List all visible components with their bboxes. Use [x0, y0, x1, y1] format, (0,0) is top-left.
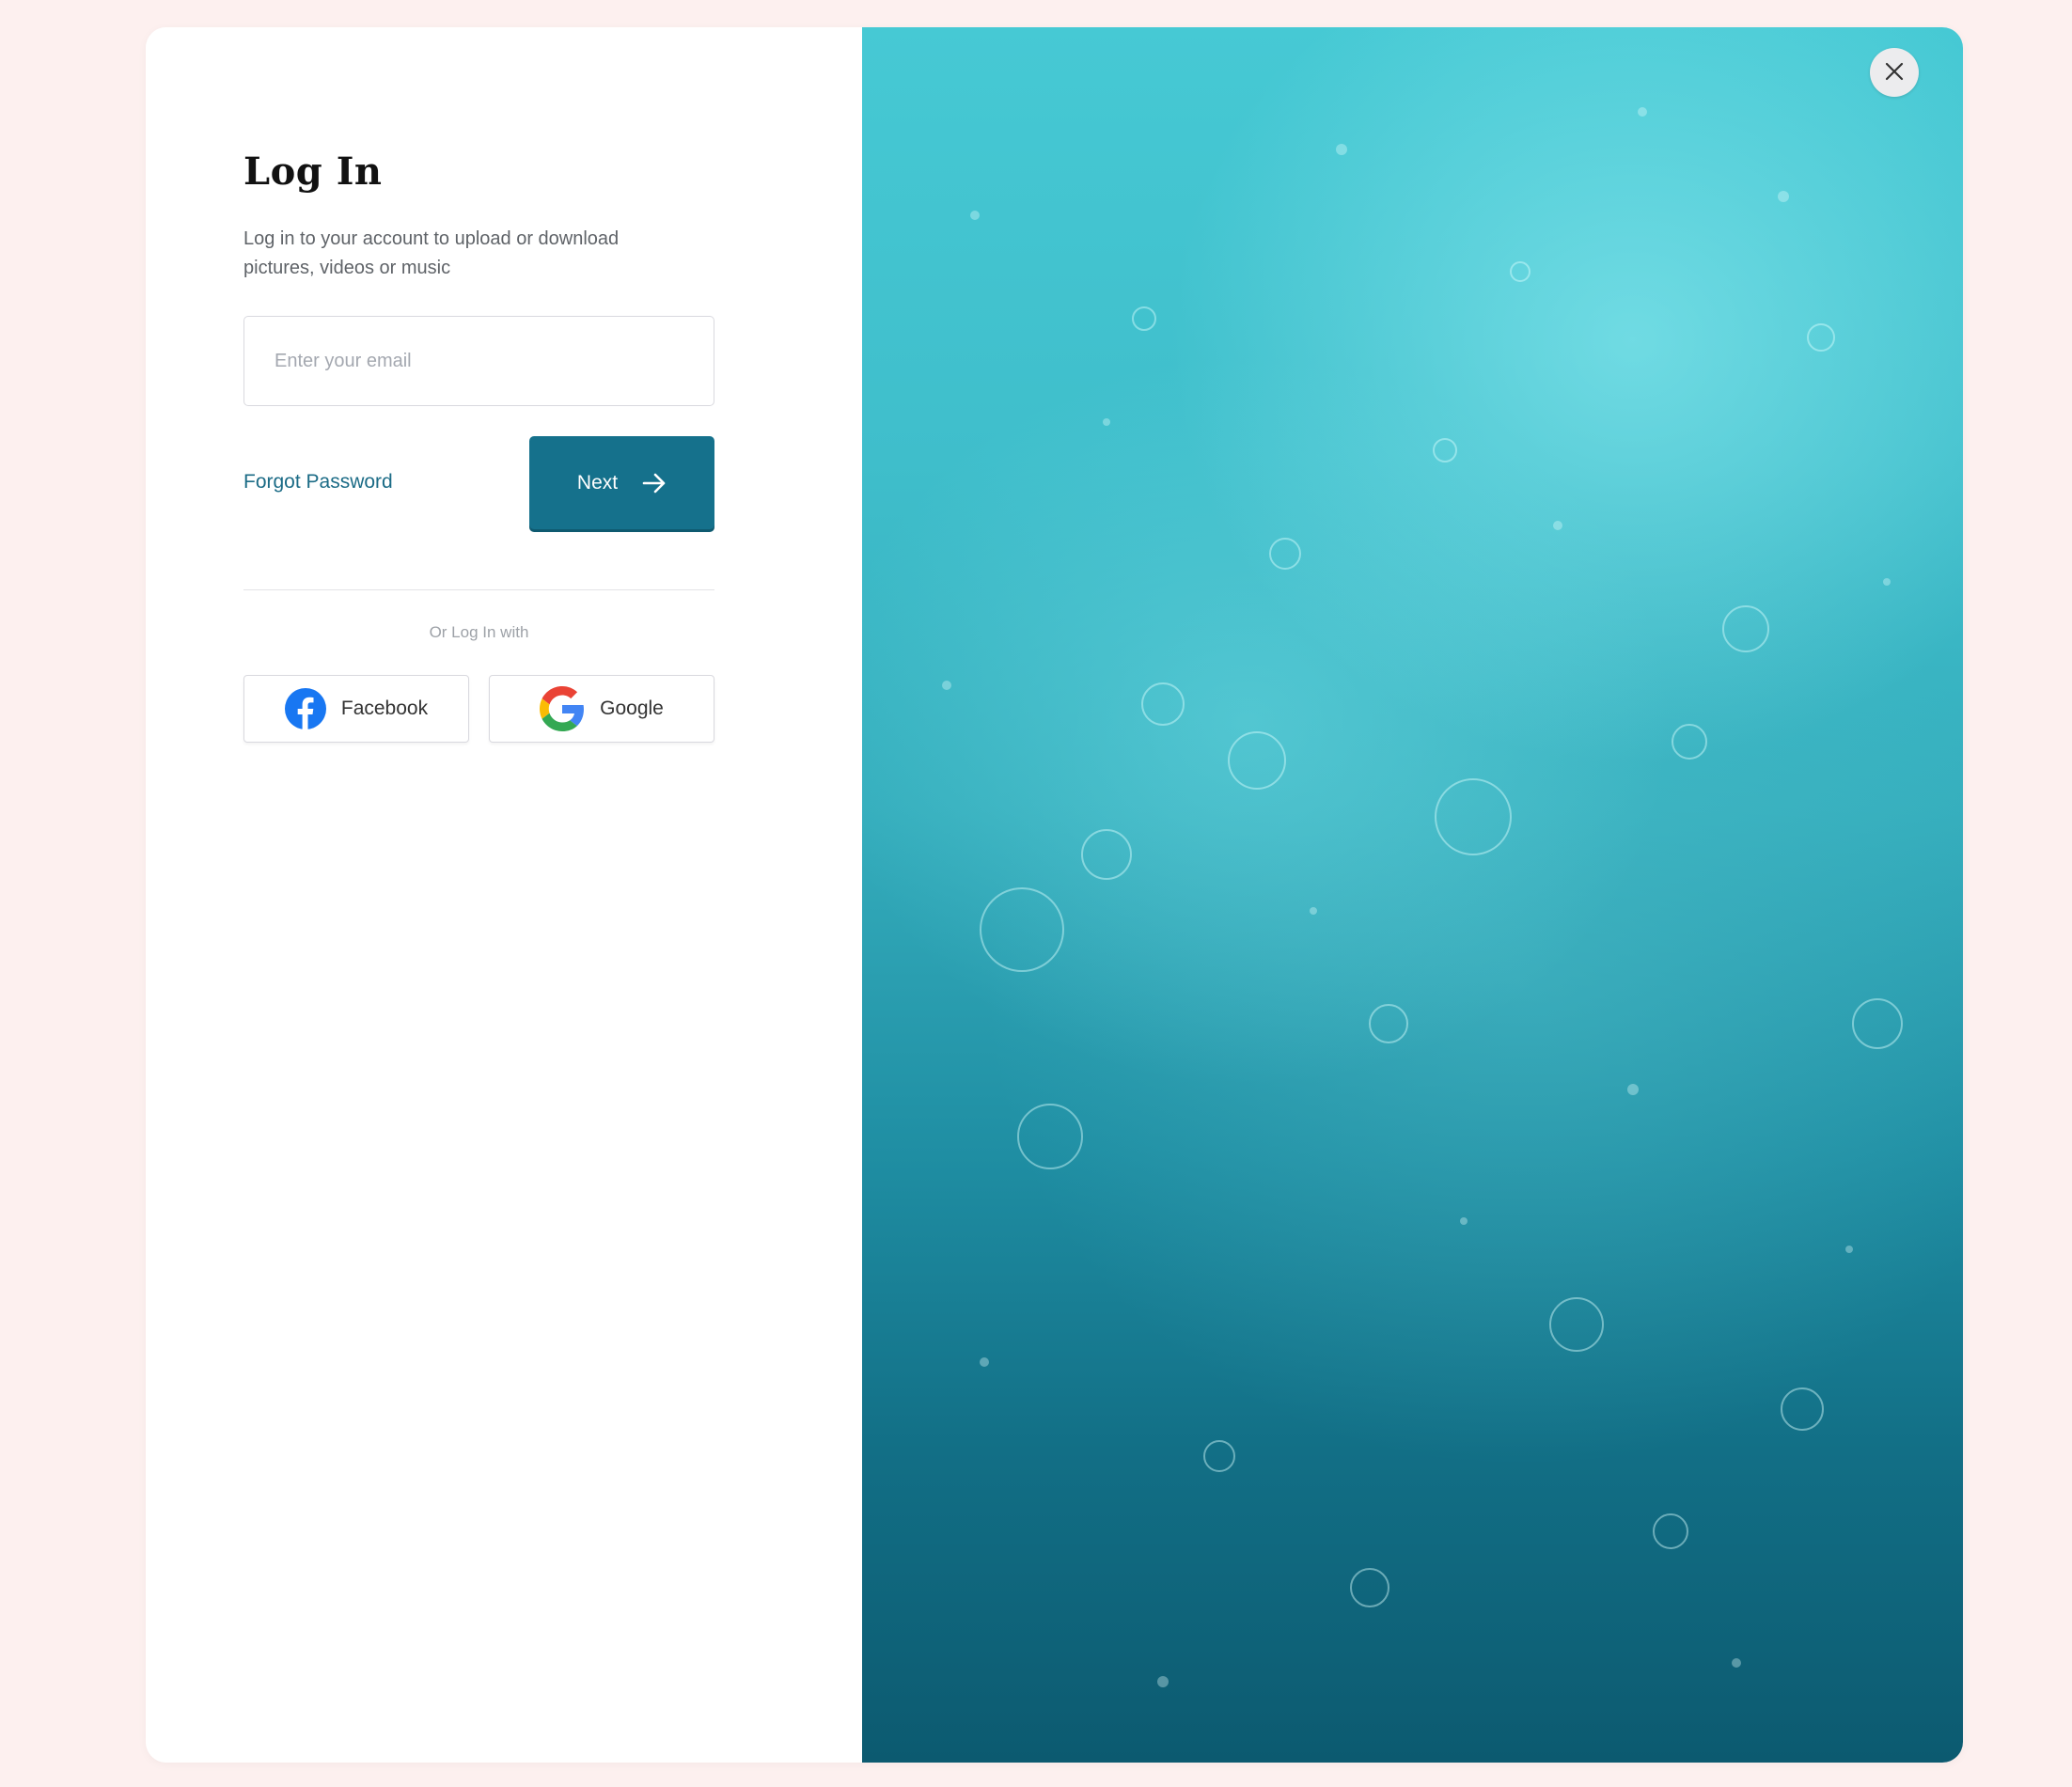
water-bubbles-texture	[942, 107, 1903, 1687]
water-photo	[862, 27, 1963, 1763]
page-title: Log In	[243, 149, 383, 194]
login-modal: Log In Log in to your account to upload …	[146, 27, 1963, 1763]
facebook-icon	[284, 688, 326, 729]
close-icon	[1884, 61, 1905, 85]
google-login-button[interactable]: Google	[489, 675, 714, 743]
forgot-password-link[interactable]: Forgot Password	[243, 471, 393, 494]
login-form-panel: Log In Log in to your account to upload …	[146, 27, 862, 1763]
facebook-login-button[interactable]: Facebook	[243, 675, 469, 743]
arrow-right-icon	[642, 473, 667, 494]
social-login-caption: Or Log In with	[429, 623, 529, 641]
page-subtitle: Log in to your account to upload or down…	[243, 228, 620, 278]
close-button[interactable]	[1870, 48, 1919, 97]
next-button-label: Next	[576, 471, 619, 494]
facebook-button-label: Facebook	[340, 698, 429, 719]
google-icon	[540, 686, 585, 731]
google-button-label: Google	[600, 698, 664, 719]
divider	[243, 589, 714, 590]
email-field[interactable]	[243, 316, 714, 406]
next-button[interactable]: Next	[529, 436, 714, 529]
